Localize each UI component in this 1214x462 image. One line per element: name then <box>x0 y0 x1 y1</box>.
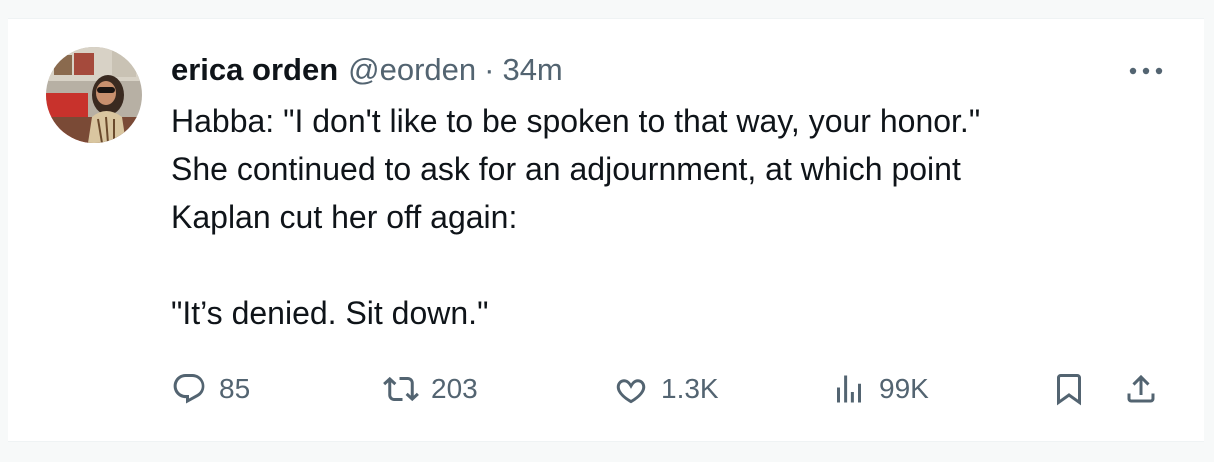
like-button[interactable]: 1.3K <box>613 367 719 411</box>
tweet-line: Kaplan cut her off again: <box>171 199 518 235</box>
reply-count: 85 <box>219 373 251 404</box>
action-bar: 85 203 1.3K 99K <box>171 367 1171 411</box>
share-button[interactable] <box>1123 367 1159 411</box>
tweet-line: Habba: "I don't like to be spoken to tha… <box>171 103 981 139</box>
tweet-text: Habba: "I don't like to be spoken to tha… <box>171 97 1171 337</box>
more-options-button[interactable] <box>1124 59 1168 83</box>
reply-icon <box>171 371 207 407</box>
retweet-count: 203 <box>431 373 478 404</box>
separator: · <box>484 52 495 87</box>
tweet-card[interactable]: erica orden @eorden · 34m Habba: "I don'… <box>8 18 1204 442</box>
tweet-line: She continued to ask for an adjournment,… <box>171 151 961 187</box>
retweet-icon <box>383 371 419 407</box>
author-name[interactable]: erica orden <box>171 49 338 91</box>
views-button[interactable]: 99K <box>831 367 929 411</box>
bookmark-button[interactable] <box>1051 367 1087 411</box>
views-bar-chart-icon <box>831 371 867 407</box>
views-count: 99K <box>879 373 929 404</box>
heart-icon <box>613 371 649 407</box>
reply-button[interactable]: 85 <box>171 367 250 411</box>
like-count: 1.3K <box>661 373 719 404</box>
author-handle[interactable]: @eorden <box>348 49 476 91</box>
avatar[interactable] <box>46 47 142 143</box>
more-dots-icon <box>1129 62 1163 80</box>
tweet-line: "It’s denied. Sit down." <box>171 295 489 331</box>
share-icon <box>1123 371 1159 407</box>
tweet-header: erica orden @eorden · 34m <box>171 49 563 91</box>
bookmark-icon <box>1051 371 1087 407</box>
retweet-button[interactable]: 203 <box>383 367 478 411</box>
timestamp[interactable]: 34m <box>502 49 562 91</box>
